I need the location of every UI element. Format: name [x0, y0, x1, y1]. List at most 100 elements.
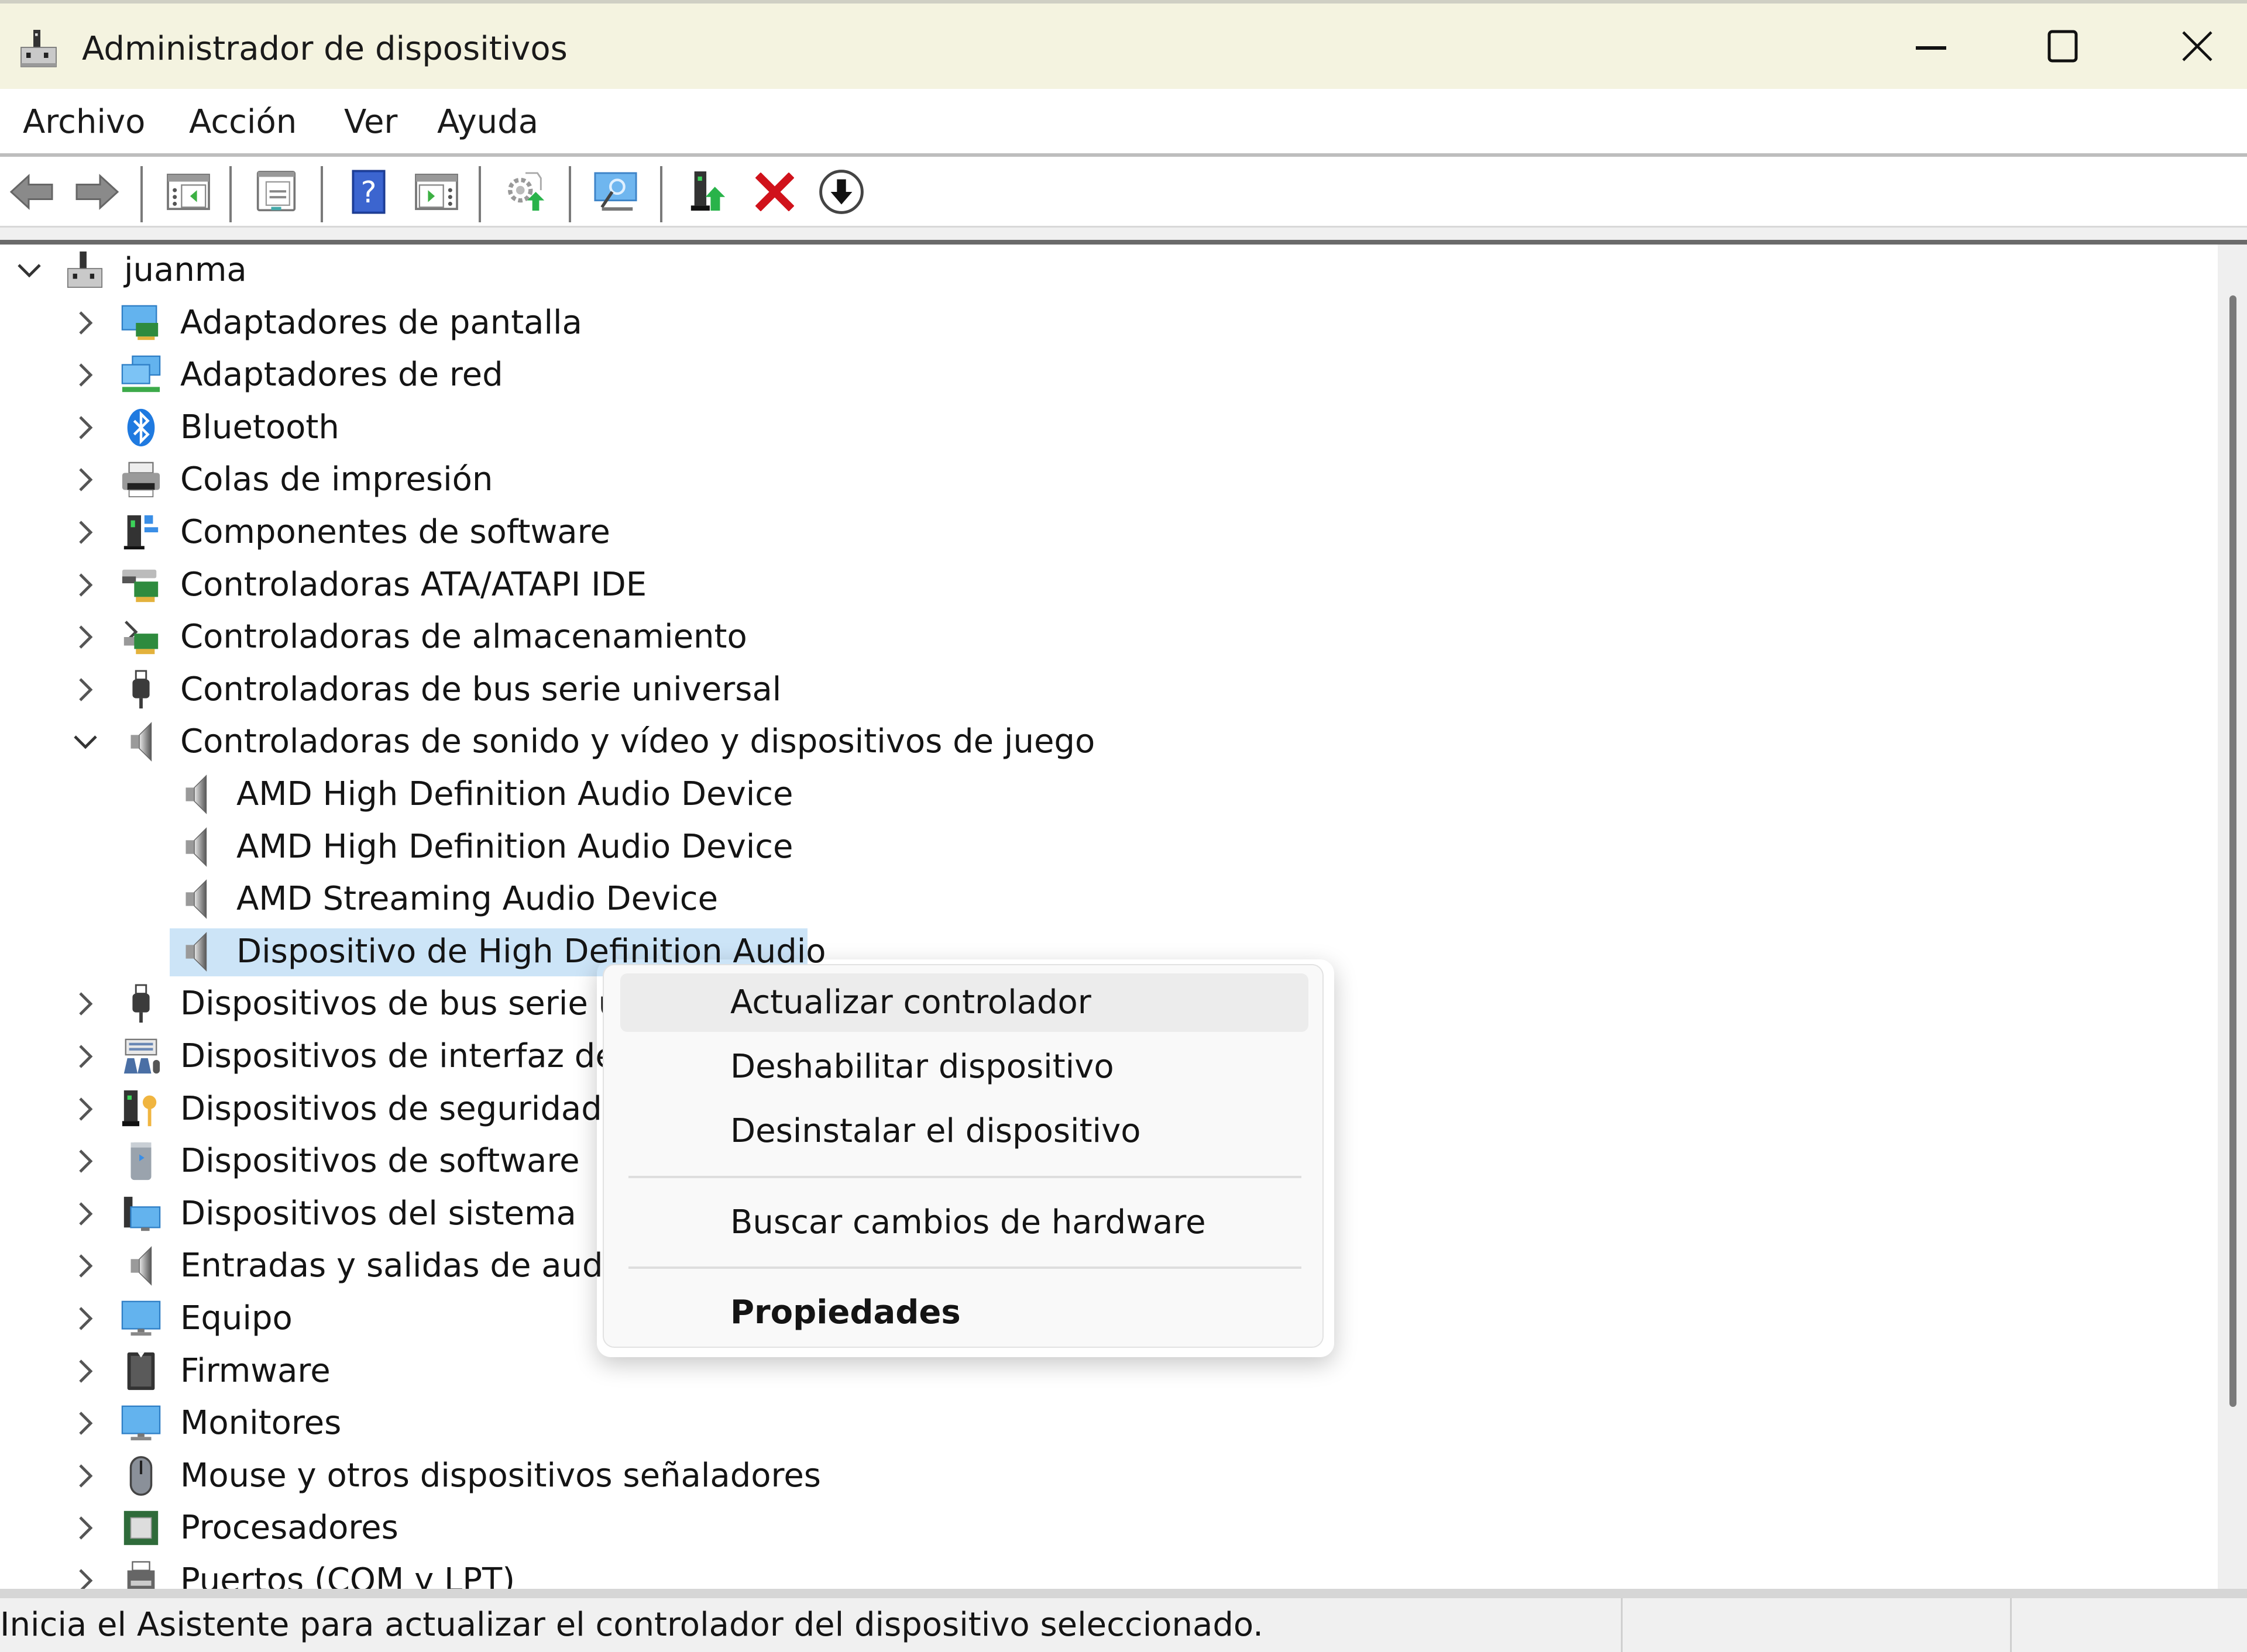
tree-item-label: Colas de impresión: [180, 460, 493, 499]
chevron-right-icon[interactable]: [71, 414, 99, 442]
chevron-right-icon[interactable]: [71, 676, 99, 704]
forward-button[interactable]: [74, 170, 121, 216]
chevron-right-icon[interactable]: [71, 1514, 99, 1542]
tree-item-label: Controladoras de sonido y vídeo y dispos…: [180, 722, 1095, 761]
tree-category[interactable]: Puertos (COM y LPT): [0, 1555, 2218, 1590]
ctx-item-label: Buscar cambios de hardware: [730, 1203, 1206, 1241]
status-pane-divider: [1621, 1598, 1623, 1652]
tree-item-label: Controladoras ATA/ATAPI IDE: [180, 565, 647, 604]
tree-item-label: Monitores: [180, 1404, 342, 1443]
chevron-right-icon[interactable]: [71, 518, 99, 546]
ctx-uninstall-device[interactable]: Desinstalar el dispositivo: [620, 1102, 1308, 1161]
chevron-right-icon[interactable]: [71, 1567, 99, 1590]
show-hide-console-tree-button[interactable]: [165, 170, 212, 216]
title-bar: Administrador de dispositivos: [0, 0, 2247, 89]
tree-category[interactable]: Componentes de software: [0, 507, 2218, 558]
chevron-right-icon[interactable]: [71, 309, 99, 337]
ctx-scan-hardware[interactable]: Buscar cambios de hardware: [620, 1193, 1308, 1252]
tree-category[interactable]: Monitores: [0, 1398, 2218, 1449]
close-button[interactable]: [2165, 21, 2229, 74]
scrollbar-thumb[interactable]: [2229, 295, 2236, 1407]
chevron-right-icon[interactable]: [71, 1409, 99, 1437]
tree-category[interactable]: Colas de impresión: [0, 454, 2218, 505]
forward-arrow-icon: [74, 171, 121, 215]
chevron-right-icon[interactable]: [71, 1357, 99, 1385]
tree-category[interactable]: Controladoras de bus serie universal: [0, 664, 2218, 715]
back-arrow-icon: [8, 171, 55, 215]
tree-category[interactable]: Adaptadores de pantalla: [0, 297, 2218, 349]
ctx-item-label: Desinstalar el dispositivo: [730, 1112, 1141, 1150]
menu-accion[interactable]: Acción: [189, 102, 297, 143]
chevron-right-icon[interactable]: [71, 623, 99, 651]
uninstall-device-button[interactable]: [751, 170, 798, 216]
chevron-right-icon[interactable]: [71, 571, 99, 599]
window-title: Administrador de dispositivos: [82, 30, 568, 68]
speaker-icon: [176, 827, 217, 868]
help-button[interactable]: ?: [345, 170, 392, 216]
menu-archivo[interactable]: Archivo: [23, 102, 145, 143]
chevron-right-icon[interactable]: [71, 1305, 99, 1333]
device-manager-icon: [18, 28, 60, 70]
chevron-down-icon[interactable]: [15, 256, 43, 284]
status-bar: Inicia el Asistente para actualizar el c…: [0, 1598, 2247, 1652]
tree-category[interactable]: Procesadores: [0, 1502, 2218, 1554]
menu-ver[interactable]: Ver: [344, 102, 397, 143]
status-text: Inicia el Asistente para actualizar el c…: [0, 1606, 1263, 1644]
chevron-right-icon[interactable]: [71, 1147, 99, 1175]
properties-button[interactable]: [253, 170, 300, 216]
menu-ayuda[interactable]: Ayuda: [437, 102, 538, 143]
chevron-down-icon[interactable]: [71, 728, 99, 756]
ctx-disable-device[interactable]: Deshabilitar dispositivo: [620, 1038, 1308, 1096]
tree-item[interactable]: AMD High Definition Audio Device: [0, 821, 2218, 873]
back-button[interactable]: [8, 170, 55, 216]
device-tree: juanma Adaptadores de pantalla Adaptadores…: [0, 245, 2218, 1590]
tree-category[interactable]: Controladoras de sonido y vídeo y dispos…: [0, 716, 2218, 768]
ctx-separator: [628, 1266, 1301, 1269]
scan-hardware-changes-icon: [590, 170, 641, 216]
tree-item-label: juanma: [124, 251, 247, 289]
tree-item[interactable]: AMD High Definition Audio Device: [0, 769, 2218, 820]
minimize-button[interactable]: [1899, 21, 1963, 74]
toolbar-separator: [321, 166, 323, 222]
ctx-update-driver[interactable]: Actualizar controlador: [620, 973, 1308, 1032]
show-hide-action-pane-button[interactable]: [413, 170, 460, 216]
tree-category[interactable]: Controladoras ATA/ATAPI IDE: [0, 559, 2218, 611]
tree-item-label: Dispositivos de seguridad: [180, 1089, 602, 1128]
speaker-icon: [121, 1245, 162, 1286]
tree-category[interactable]: Bluetooth: [0, 402, 2218, 453]
disable-device-button[interactable]: [818, 170, 865, 216]
tree-item-label: AMD High Definition Audio Device: [236, 775, 793, 813]
chevron-right-icon[interactable]: [71, 1462, 99, 1490]
chevron-right-icon[interactable]: [71, 1095, 99, 1123]
computer-tower-icon: [64, 250, 105, 291]
storage-controller-icon: [121, 617, 162, 658]
tree-category[interactable]: Adaptadores de red: [0, 349, 2218, 401]
speaker-icon: [176, 774, 217, 815]
enable-device-button[interactable]: [685, 170, 731, 216]
chevron-right-icon[interactable]: [71, 990, 99, 1018]
usb-icon: [121, 983, 162, 1024]
maximize-icon: [2047, 30, 2078, 65]
update-driver-button[interactable]: [502, 170, 549, 216]
tree-root[interactable]: juanma: [0, 245, 2218, 296]
chevron-right-icon[interactable]: [71, 1042, 99, 1071]
chevron-right-icon[interactable]: [71, 466, 99, 494]
tree-item-label: Procesadores: [180, 1509, 398, 1547]
chevron-right-icon[interactable]: [71, 1252, 99, 1280]
tree-category[interactable]: Controladoras de almacenamiento: [0, 611, 2218, 663]
minimize-icon: [1916, 42, 1946, 53]
tree-item[interactable]: AMD Streaming Audio Device: [0, 873, 2218, 925]
ctx-properties[interactable]: Propiedades: [620, 1283, 1308, 1342]
chevron-right-icon[interactable]: [71, 1200, 99, 1228]
toolbar-bottom-edge: [0, 226, 2247, 241]
toolbar: ?: [0, 157, 2247, 226]
ctx-separator: [628, 1176, 1301, 1178]
maximize-button[interactable]: [2030, 21, 2095, 74]
tree-item-label: Mouse y otros dispositivos señaladores: [180, 1456, 821, 1495]
tree-category[interactable]: Mouse y otros dispositivos señaladores: [0, 1450, 2218, 1502]
scan-hardware-changes-button[interactable]: [592, 170, 639, 216]
speaker-icon: [121, 721, 162, 762]
context-menu: Actualizar controlador Deshabilitar disp…: [603, 964, 1324, 1348]
chevron-right-icon[interactable]: [71, 361, 99, 389]
security-key-icon: [121, 1089, 162, 1130]
